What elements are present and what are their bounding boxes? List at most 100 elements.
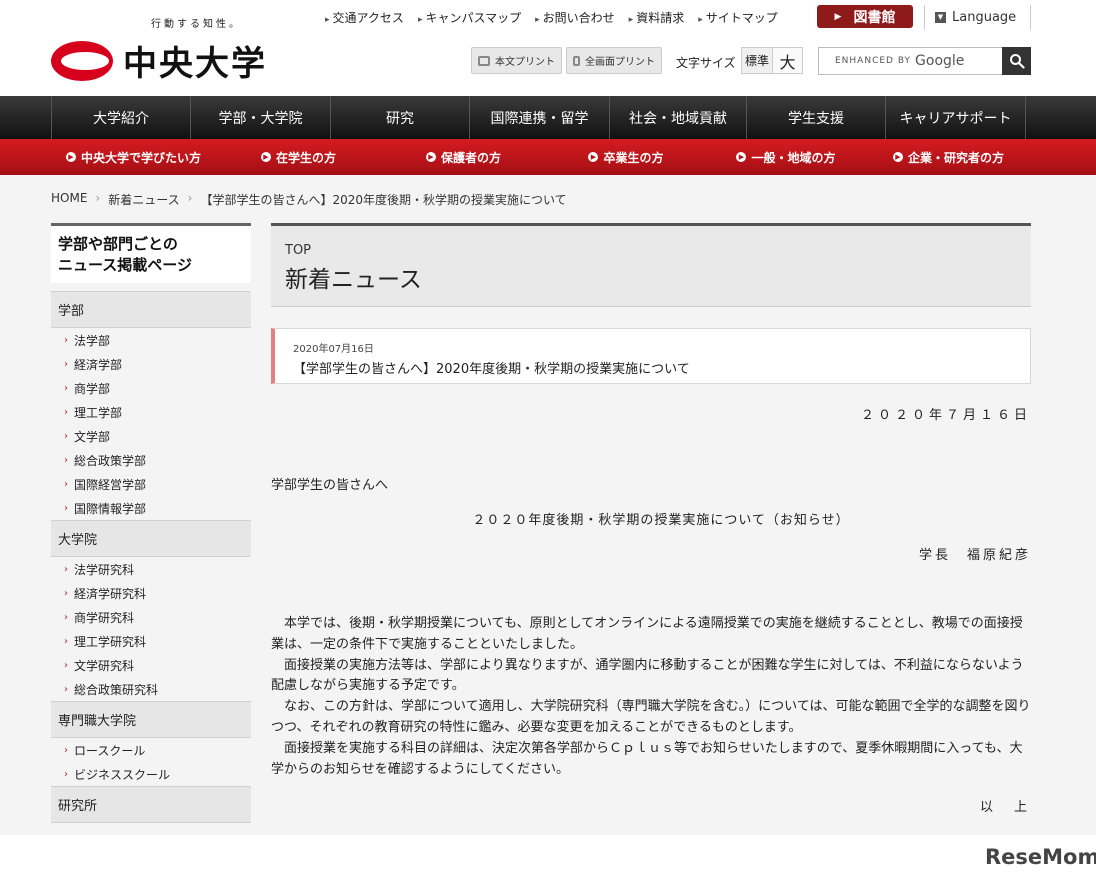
gnav-item-research[interactable]: 研究 [331,96,470,139]
audience-item-business[interactable]: ▶ 企業・研究者の方 [866,139,1031,175]
page-title: 新着ニュース [285,267,422,293]
language-label: Language [952,10,1017,25]
font-size-standard-button[interactable]: 標準 [741,47,773,74]
sidebar-item-letters[interactable]: › 文学部 [51,424,251,448]
news-date: 2020年07月16日 [293,344,374,355]
breadcrumb-news[interactable]: 新着ニュース [108,191,179,208]
sidebar-item-law-school[interactable]: › ロースクール [51,738,251,762]
logo-text: 中央大学 [123,44,267,84]
chevron-right-icon: › [64,611,68,623]
chevron-right-icon: › [187,191,193,205]
utility-link-sitemap[interactable]: サイトマップ [698,9,778,26]
sidebar: 学部や部門ごとの ニュース掲載ページ 学部 › 法学部 › 経済学部 › 商学部 › 理… [51,223,251,835]
audience-nav: ▶ 中央大学で学びたい方 ▶ 在学生の方 ▶ 保護者の方 ▶ 卒業生の方 ▶ 一… [0,139,1096,175]
utility-link-contact[interactable]: お問い合わせ [535,9,615,26]
gnav-item-faculties[interactable]: 学部・大学院 [191,96,331,139]
sidebar-category-professional: 専門職大学院 [51,701,251,738]
sidebar-item-label: ロースクール [74,743,146,758]
sidebar-item-label: 法学研究科 [74,562,135,577]
sidebar-item-science-engineering[interactable]: › 理工学部 [51,400,251,424]
body-paragraph: 本学では、後期・秋学期授業についても、原則としてオンラインによる遠隔授業での実施… [271,616,1023,652]
logo-mark-icon [51,40,113,81]
audience-label: 企業・研究者の方 [907,150,1004,165]
chevron-right-icon: › [64,334,68,346]
arrow-circle-icon: ▶ [892,152,903,162]
sidebar-item-commerce[interactable]: › 商学部 [51,376,251,400]
sidebar-item-policy-studies[interactable]: › 総合政策学部 [51,448,251,472]
sidebar-item-business-school[interactable]: › ビジネススクール [51,762,251,786]
breadcrumb-home[interactable]: HOME [51,191,87,208]
sidebar-item-law[interactable]: › 法学部 [51,328,251,352]
audience-label: 保護者の方 [440,150,501,165]
page-header: TOP 新着ニュース [271,223,1031,307]
sidebar-item-global-informatics[interactable]: › 国際情報学部 [51,496,251,520]
chevron-right-icon: › [95,191,101,205]
chevron-right-icon: › [64,454,68,466]
audience-item-alumni[interactable]: ▶ 卒業生の方 [546,139,706,175]
sidebar-item-label: 経済学部 [74,357,123,372]
search-input[interactable]: ENHANCED BY Google [818,47,1003,75]
sidebar-item-label: 経済学研究科 [74,586,147,601]
sidebar-category-graduate: 大学院 [51,520,251,557]
sidebar-item-grad-science-engineering[interactable]: › 理工学研究科 [51,629,251,653]
university-logo[interactable]: 中央大学 [51,36,267,85]
chevron-right-icon: › [64,382,68,394]
chevron-right-icon: › [64,358,68,370]
chevron-right-icon: › [64,768,68,780]
arrow-circle-icon: ▶ [260,152,271,162]
breadcrumb-current: 【学部学生の皆さんへ】2020年度後期・秋学期の授業実施について [200,193,567,207]
utility-link-access[interactable]: 交通アクセス [325,9,404,26]
font-size-label: 文字サイズ [676,56,736,70]
sidebar-item-economics[interactable]: › 経済学部 [51,352,251,376]
printer-icon [573,55,580,66]
library-button[interactable]: ▶ 図書館 [817,5,913,28]
printer-icon [478,55,490,66]
chevron-right-icon: › [64,563,68,575]
global-nav: 大学紹介 学部・大学院 研究 国際連携・留学 社会・地域貢献 学生支援 キャリア… [0,96,1096,139]
utility-links: 交通アクセス キャンパスマップ お問い合わせ 資料請求 サイトマップ [325,9,792,26]
sidebar-item-label: 総合政策学部 [74,453,147,468]
print-full-button[interactable]: 全画面プリント [566,47,662,74]
news-title: 【学部学生の皆さんへ】2020年度後期・秋学期の授業実施について [293,362,690,377]
main-content: TOP 新着ニュース 2020年07月16日 【学部学生の皆さんへ】2020年度… [271,223,1031,384]
audience-item-general[interactable]: ▶ 一般・地域の方 [706,139,866,175]
search-icon [1009,54,1025,69]
gnav-item-about[interactable]: 大学紹介 [51,96,191,139]
sidebar-item-label: 理工学研究科 [74,634,147,649]
body-paragraph: なお、この方針は、学部について適用し、大学院研究科（専門職大学院を含む。）につい… [271,699,1031,735]
gnav-item-student-support[interactable]: 学生支援 [747,96,886,139]
audience-item-parents[interactable]: ▶ 保護者の方 [381,139,546,175]
watermark-text: ReseMom [985,845,1096,869]
search-placeholder: ENHANCED BY [835,56,912,66]
document-heading: ２０２０年度後期・秋学期の授業実施について（お知らせ） [472,513,850,528]
sidebar-item-global-management[interactable]: › 国際経営学部 [51,472,251,496]
utility-link-brochure[interactable]: 資料請求 [629,9,684,26]
site-header: 行動する知性。 中央大学 交通アクセス キャンパスマップ お問い合わせ 資料請求… [0,0,1096,96]
sidebar-category-institutes: 研究所 [51,786,251,823]
chevron-right-icon: › [64,635,68,647]
audience-item-prospective[interactable]: ▶ 中央大学で学びたい方 [51,139,216,175]
print-body-button[interactable]: 本文プリント [471,47,562,74]
library-label: 図書館 [853,9,896,26]
sidebar-item-grad-law[interactable]: › 法学研究科 [51,557,251,581]
gnav-item-career[interactable]: キャリアサポート [886,96,1026,139]
arrow-circle-icon: ▶ [736,152,747,162]
chevron-right-icon: › [64,587,68,599]
utility-link-campus-map[interactable]: キャンパスマップ [418,9,521,26]
document-signature: 学長 福原紀彦 [918,548,1031,563]
arrow-circle-icon: ▶ [425,152,436,162]
print-body-label: 本文プリント [495,57,555,68]
gnav-item-international[interactable]: 国際連携・留学 [470,96,610,139]
gnav-item-community[interactable]: 社会・地域貢献 [610,96,747,139]
sidebar-item-grad-letters[interactable]: › 文学研究科 [51,653,251,677]
sidebar-item-grad-policy-studies[interactable]: › 総合政策研究科 [51,677,251,701]
chevron-right-icon: › [64,430,68,442]
sidebar-item-grad-economics[interactable]: › 経済学研究科 [51,581,251,605]
sidebar-item-label: 国際情報学部 [74,501,147,516]
font-size-large-button[interactable]: 大 [772,47,803,74]
audience-item-current-students[interactable]: ▶ 在学生の方 [216,139,381,175]
language-selector[interactable]: ▼ Language [924,5,1031,30]
search-button[interactable] [1002,47,1031,75]
chevron-right-icon: › [64,406,68,418]
sidebar-item-grad-commerce[interactable]: › 商学研究科 [51,605,251,629]
